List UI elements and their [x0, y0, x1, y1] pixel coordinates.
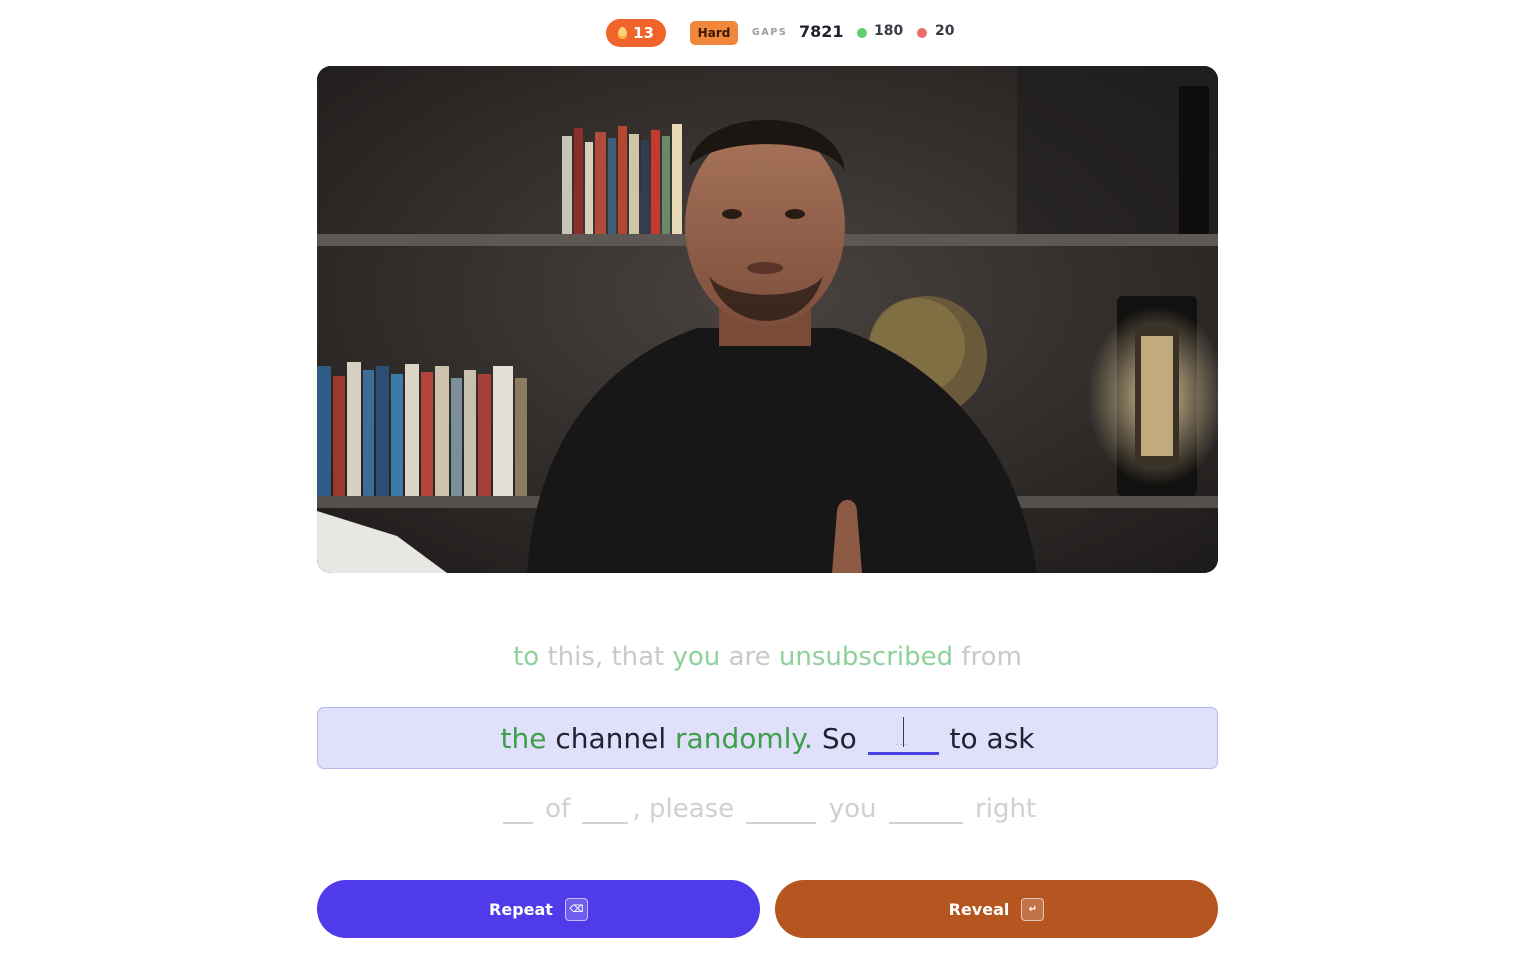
word: this, that [547, 642, 665, 672]
word-correct: unsubscribed [778, 642, 954, 672]
correct-count: 180 [874, 23, 904, 39]
flame-icon [618, 27, 628, 39]
gaps-label: GAPS [752, 27, 788, 38]
correct-dot-icon [857, 28, 867, 38]
word: , please [632, 794, 735, 824]
gaps-count: 7821 [799, 22, 844, 41]
stats-bar: 13 Hard GAPS 7821 180 20 [0, 18, 1536, 48]
gap-placeholder: ... [895, 737, 909, 748]
word: from [961, 642, 1022, 672]
word-correct: to [513, 642, 540, 672]
word-correct: randomly. [675, 722, 813, 755]
next-line: of , please you right [317, 794, 1218, 824]
difficulty-badge[interactable]: Hard [690, 21, 738, 45]
word-correct: the [500, 722, 547, 755]
wrong-dot-icon [917, 28, 927, 38]
gap-blank [888, 794, 963, 824]
previous-line: to this, that you are unsubscribed from [317, 642, 1218, 672]
current-line: the channel randomly. So ... to ask [317, 717, 1218, 755]
word: to ask [949, 722, 1035, 755]
word: So [821, 722, 857, 755]
active-gap-input[interactable]: ... [867, 717, 939, 755]
gap-blank [502, 794, 533, 824]
backspace-key-icon: ⌫ [564, 897, 588, 921]
reveal-button[interactable]: Reveal ↵ [775, 880, 1218, 938]
video-frame [317, 66, 1218, 573]
streak-count: 13 [633, 24, 654, 42]
word: you [828, 794, 877, 824]
video-player[interactable] [317, 66, 1218, 573]
word-correct: you [672, 642, 721, 672]
repeat-label: Repeat [489, 899, 553, 919]
word: are [728, 642, 771, 672]
wrong-count: 20 [935, 23, 955, 39]
word: of [545, 794, 571, 824]
gap-blank [746, 794, 817, 824]
enter-key-icon: ↵ [1021, 897, 1045, 921]
reveal-label: Reveal [948, 899, 1010, 919]
streak-badge: 13 [606, 19, 666, 47]
word: channel [555, 722, 667, 755]
gap-blank [582, 794, 629, 824]
word: right [975, 794, 1037, 824]
repeat-button[interactable]: Repeat ⌫ [317, 880, 760, 938]
